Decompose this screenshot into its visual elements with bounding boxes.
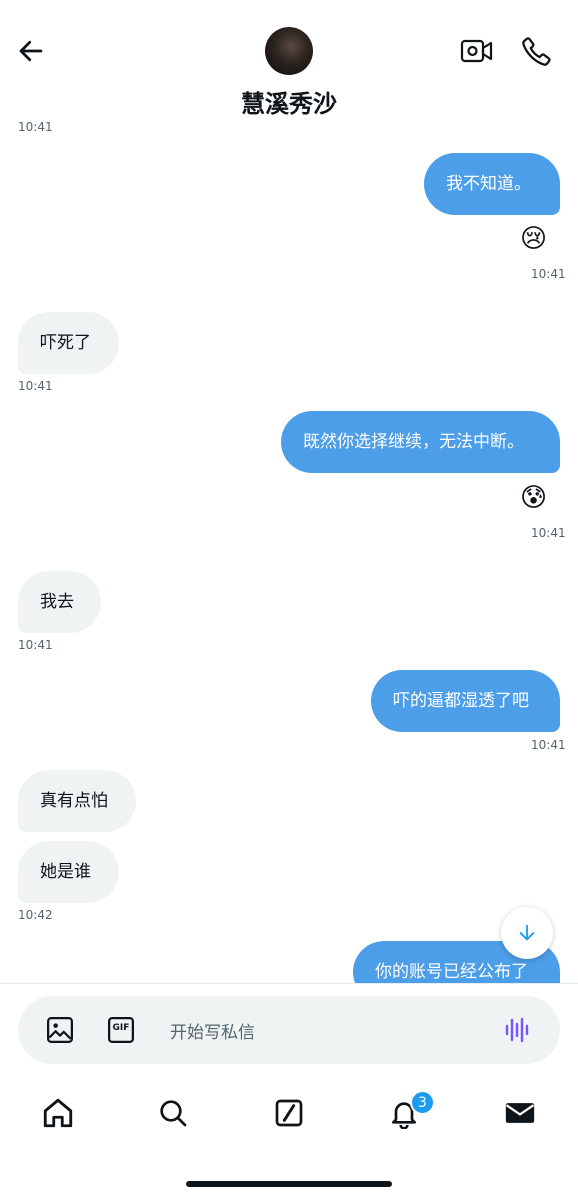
search-icon (160, 1100, 187, 1127)
back-button[interactable] (14, 34, 48, 68)
message-bubble-incoming[interactable]: 真有点怕 (18, 770, 136, 832)
reaction-emoji[interactable]: 😰 (520, 483, 547, 513)
message-bubble-outgoing[interactable]: 吓的逼都湿透了吧 (371, 670, 560, 732)
gif-label: GIF (112, 1023, 130, 1033)
mail-icon (505, 1103, 535, 1123)
nav-home[interactable] (38, 1093, 78, 1133)
grok-icon (275, 1099, 303, 1127)
phone-icon (522, 37, 551, 66)
video-camera-icon (460, 39, 493, 63)
nav-search[interactable] (153, 1093, 193, 1133)
nav-messages[interactable] (500, 1093, 540, 1133)
nav-grok[interactable] (269, 1093, 309, 1133)
gif-button[interactable]: GIF (104, 1013, 138, 1047)
arrow-left-icon (19, 40, 43, 62)
conversation-header: 慧溪秀沙 (0, 0, 578, 120)
message-bubble-incoming[interactable]: 吓死了 (18, 312, 119, 374)
message-composer: GIF 开始写私信 (18, 996, 560, 1064)
voice-call-button[interactable] (520, 34, 554, 68)
message-timestamp: 10:41 (531, 738, 566, 752)
message-timestamp: 10:41 (18, 638, 53, 652)
voice-wave-icon (505, 1017, 529, 1043)
notification-badge: 3 (410, 1090, 435, 1115)
message-timestamp: 10:41 (18, 379, 53, 393)
home-indicator (186, 1181, 392, 1187)
message-timestamp: 10:41 (531, 526, 566, 540)
message-bubble-incoming[interactable]: 我去 (18, 571, 101, 633)
video-call-button[interactable] (460, 36, 494, 66)
avatar[interactable] (265, 27, 313, 75)
reaction-emoji[interactable]: 😢 (520, 224, 547, 254)
message-bubble-incoming[interactable]: 她是谁 (18, 841, 119, 903)
message-timestamp: 10:41 (18, 120, 53, 134)
image-button[interactable] (43, 1013, 77, 1047)
message-timestamp: 10:41 (531, 267, 566, 281)
arrow-down-icon (519, 924, 535, 941)
voice-message-button[interactable] (500, 1013, 534, 1047)
image-icon (47, 1017, 73, 1043)
message-timestamp: 10:42 (18, 908, 53, 922)
home-icon (43, 1098, 73, 1128)
message-bubble-outgoing[interactable]: 我不知道。 (424, 153, 560, 215)
scroll-to-bottom-button[interactable] (501, 907, 553, 959)
message-input[interactable]: 开始写私信 (170, 1018, 255, 1043)
page-title[interactable]: 慧溪秀沙 (0, 84, 578, 119)
message-bubble-outgoing[interactable]: 既然你选择继续，无法中断。 (281, 411, 560, 473)
